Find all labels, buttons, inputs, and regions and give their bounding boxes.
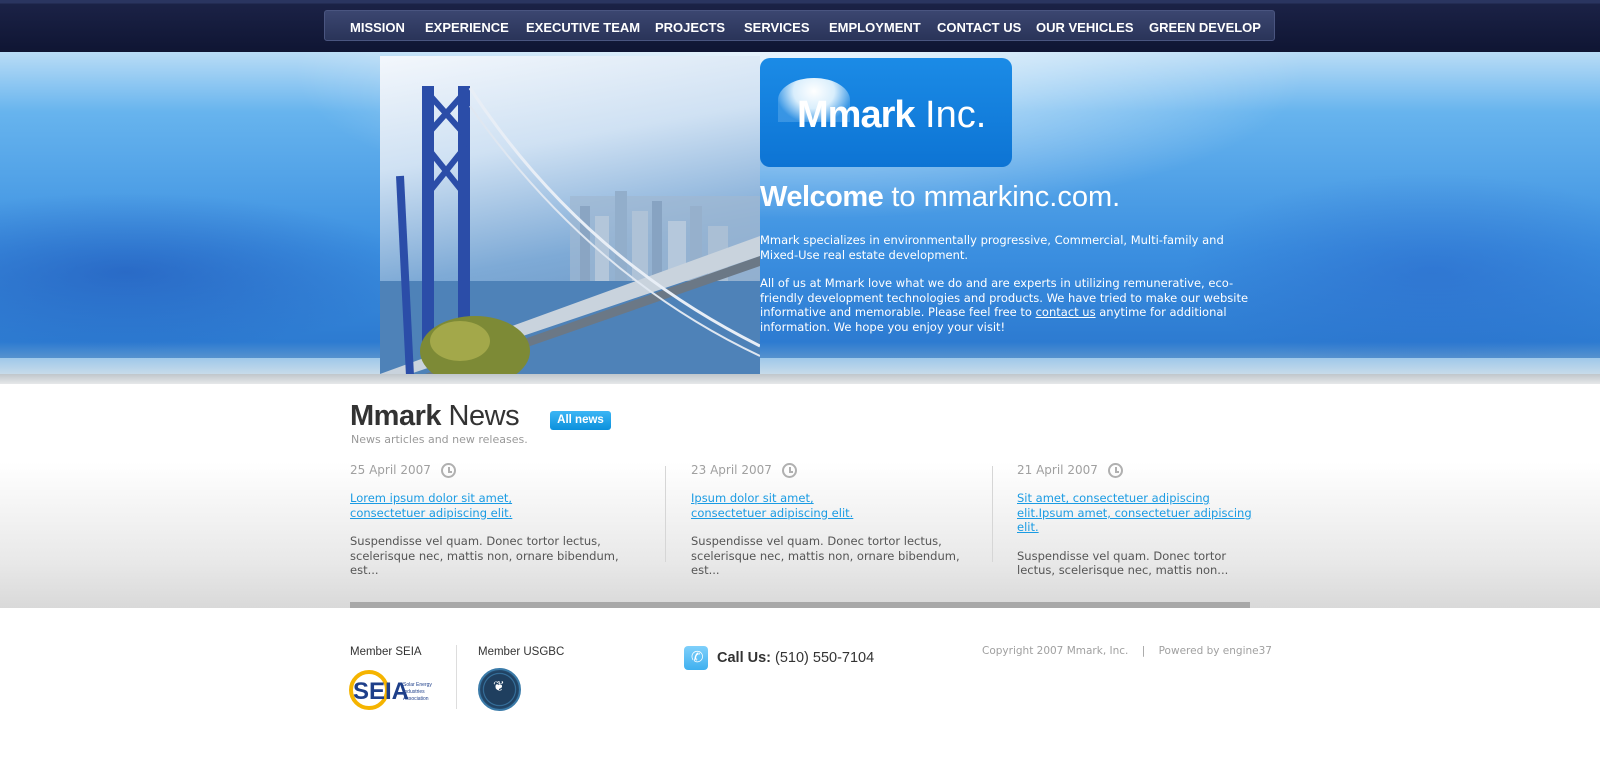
nav-item-services[interactable]: SERVICES: [744, 20, 810, 35]
news-date-row: 21 April 2007: [1017, 462, 1257, 478]
news-item: 23 April 2007 Ipsum dolor sit amet, cons…: [691, 462, 976, 578]
hero-blur-left: [0, 192, 420, 352]
news-title: Mmark News: [350, 400, 520, 432]
member-seia-label: Member SEIA: [350, 646, 422, 658]
nav-item-executive-team[interactable]: EXECUTIVE TEAM: [526, 20, 640, 35]
about-paragraph: All of us at Mmark love what we do and a…: [760, 276, 1249, 334]
news-date: 23 April 2007: [691, 463, 772, 477]
svg-text:Industries: Industries: [403, 689, 425, 695]
phone-icon: ✆: [684, 646, 708, 670]
news-item: 25 April 2007 Lorem ipsum dolor sit amet…: [350, 462, 650, 578]
nav-item-employment[interactable]: EMPLOYMENT: [829, 20, 921, 35]
nav-item-our-vehicles[interactable]: OUR VEHICLES: [1036, 20, 1134, 35]
news-item: 21 April 2007 Sit amet, consectetuer adi…: [1017, 462, 1257, 578]
welcome-heading: Welcome to mmarkinc.com.: [760, 181, 1121, 213]
copyright-text: Copyright 2007 Mmark, Inc. | Powered by …: [982, 645, 1272, 657]
news-subtitle: News articles and new releases.: [351, 433, 528, 446]
hero-separator: [0, 374, 1600, 384]
member-usgbc-label: Member USGBC: [478, 646, 565, 658]
news-excerpt: Suspendisse vel quam. Donec tortor lectu…: [1017, 548, 1229, 578]
contact-us-link[interactable]: contact us: [1036, 305, 1096, 319]
intro-paragraph: Mmark specializes in environmentally pro…: [760, 233, 1224, 262]
nav-item-experience[interactable]: EXPERIENCE: [425, 20, 509, 35]
bridge-illustration: [380, 86, 760, 374]
news-date-row: 23 April 2007: [691, 462, 976, 478]
news-date-row: 25 April 2007: [350, 462, 650, 478]
clock-icon: [1107, 462, 1123, 478]
news-headline-link[interactable]: Ipsum dolor sit amet, consectetuer adipi…: [691, 491, 891, 520]
clock-icon: [440, 462, 456, 478]
logo-box[interactable]: Mmark Inc.: [760, 58, 1012, 167]
news-date: 25 April 2007: [350, 463, 431, 477]
nav-item-mission[interactable]: MISSION: [350, 20, 405, 35]
news-excerpt: Suspendisse vel quam. Donec tortor lectu…: [350, 534, 619, 577]
seia-logo[interactable]: SEIA Solar Energy Industries Association: [349, 670, 441, 710]
footer-divider: [456, 645, 457, 709]
main-nav: MISSION EXPERIENCE EXECUTIVE TEAM PROJEC…: [324, 10, 1275, 41]
hero-bottom-strip: [0, 358, 1600, 374]
logo-text: Mmark Inc.: [797, 94, 987, 136]
nav-item-projects[interactable]: PROJECTS: [655, 20, 725, 35]
nav-item-contact-us[interactable]: CONTACT US: [937, 20, 1021, 35]
news-divider: [992, 466, 993, 562]
leaf-icon: ❦: [493, 679, 505, 695]
svg-text:Solar Energy: Solar Energy: [403, 682, 432, 688]
news-headline-link[interactable]: Sit amet, consectetuer adipiscing elit.I…: [1017, 491, 1257, 535]
seia-logo-text: SEIA: [353, 678, 409, 705]
seia-logo-graphic: SEIA Solar Energy Industries Association: [349, 670, 432, 710]
call-us: Call Us: (510) 550-7104: [717, 650, 875, 666]
news-bottom-bar: [350, 602, 1250, 608]
clock-icon: [781, 462, 797, 478]
usgbc-logo[interactable]: ❦: [478, 668, 521, 711]
news-date: 21 April 2007: [1017, 463, 1098, 477]
all-news-button[interactable]: All news: [550, 411, 611, 430]
news-headline-link[interactable]: Lorem ipsum dolor sit amet, consectetuer…: [350, 491, 580, 520]
svg-text:Association: Association: [403, 696, 429, 702]
bridge-image: [380, 56, 760, 374]
news-excerpt: Suspendisse vel quam. Donec tortor lectu…: [691, 534, 960, 577]
nav-item-green-develop[interactable]: GREEN DEVELOP: [1149, 20, 1261, 35]
top-nav-bar: MISSION EXPERIENCE EXECUTIVE TEAM PROJEC…: [0, 0, 1600, 52]
hero-blur-right: [1180, 172, 1600, 372]
news-divider: [665, 466, 666, 562]
